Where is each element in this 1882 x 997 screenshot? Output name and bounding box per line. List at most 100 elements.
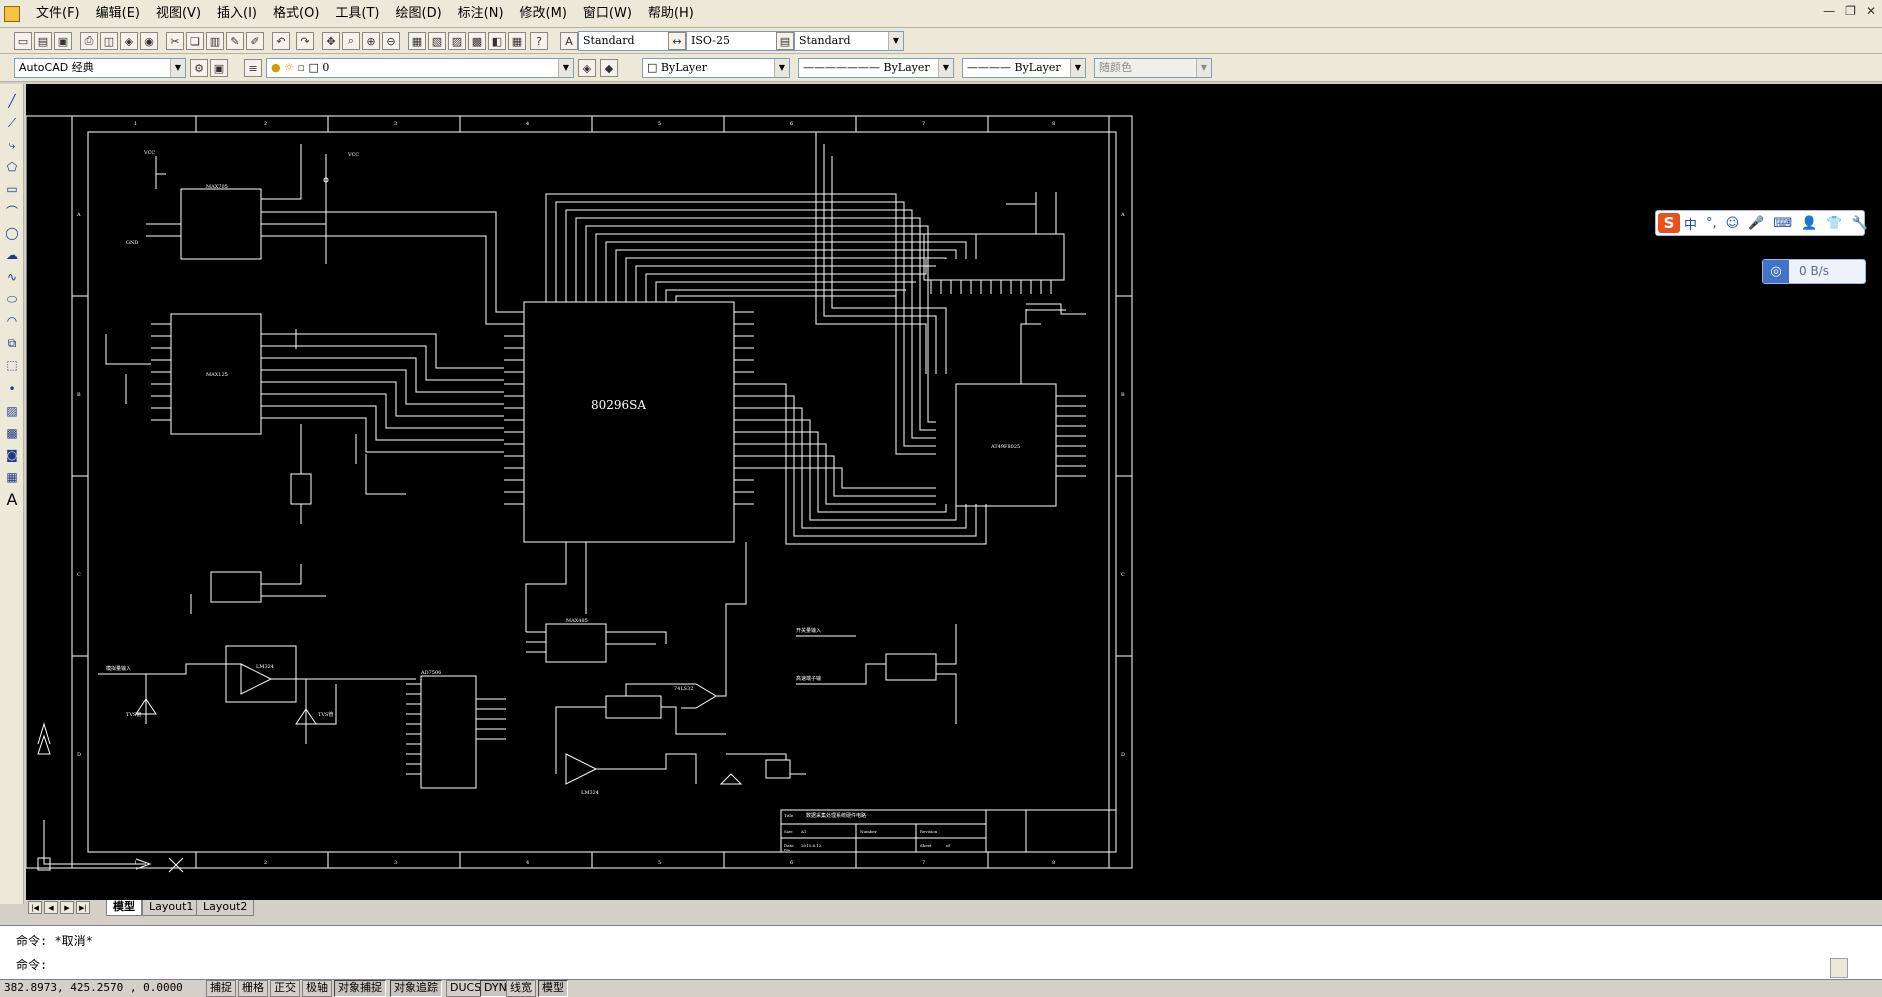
menu-dimension[interactable]: 标注(N) — [450, 0, 512, 28]
drawing-canvas[interactable]: 1 2 3 4 5 6 7 8 1 2 3 4 5 6 7 8 A B C D … — [26, 84, 1882, 900]
ime-punctuation-icon[interactable]: °, — [1706, 216, 1717, 231]
make-layer-current-icon[interactable]: ◈ — [578, 59, 596, 77]
linetype-select[interactable]: ——————— ByLayer ▼ — [798, 58, 954, 78]
print-icon[interactable]: ⎙ — [80, 32, 98, 50]
minimize-icon[interactable]: — — [1823, 4, 1835, 18]
layer-previous-icon[interactable]: ◆ — [600, 59, 618, 77]
menu-view[interactable]: 视图(V) — [148, 0, 209, 28]
new-file-icon[interactable]: ▭ — [14, 32, 32, 50]
last-tab-icon[interactable]: ▶| — [76, 901, 90, 914]
copy-icon[interactable]: ❏ — [186, 32, 204, 50]
first-tab-icon[interactable]: |◀ — [28, 901, 42, 914]
arc-icon[interactable]: ⌒ — [3, 202, 21, 220]
table-icon[interactable]: ▦ — [3, 468, 21, 486]
restore-icon[interactable]: ❐ — [1845, 4, 1856, 18]
ime-user-icon[interactable]: 👤 — [1801, 216, 1817, 231]
calculator-icon[interactable]: ▦ — [508, 32, 526, 50]
close-icon[interactable]: ✕ — [1866, 4, 1876, 18]
ime-tools-icon[interactable]: 🔧 — [1852, 216, 1868, 231]
design-center-icon[interactable]: ▧ — [428, 32, 446, 50]
osnap-button[interactable]: 对象捕捉 — [334, 980, 386, 997]
point-icon[interactable]: • — [3, 380, 21, 398]
save-workspace-icon[interactable]: ▣ — [210, 59, 228, 77]
tab-layout1[interactable]: Layout1 — [142, 900, 201, 916]
ime-emoji-icon[interactable]: ☺ — [1726, 216, 1740, 231]
command-scrollbar[interactable] — [1830, 958, 1848, 978]
layer-select[interactable]: ● ☼ ▫ □ 0 ▼ — [266, 58, 574, 78]
zoom-previous-icon[interactable]: ⊖ — [382, 32, 400, 50]
make-block-icon[interactable]: ⬚ — [3, 356, 21, 374]
publish-icon[interactable]: ◈ — [120, 32, 138, 50]
pan-icon[interactable]: ✥ — [322, 32, 340, 50]
circle-icon[interactable]: ◯ — [3, 224, 21, 242]
workspace-settings-icon[interactable]: ⚙ — [190, 59, 208, 77]
ellipse-arc-icon[interactable]: ◠ — [3, 312, 21, 330]
network-speed-widget[interactable]: ◎ 0 B/s — [1762, 259, 1866, 284]
cut-icon[interactable]: ✂ — [166, 32, 184, 50]
ime-chinese-mode[interactable]: 中 — [1684, 214, 1697, 233]
tool-palettes-icon[interactable]: ▨ — [448, 32, 466, 50]
open-file-icon[interactable]: ▤ — [34, 32, 52, 50]
menu-edit[interactable]: 编辑(E) — [88, 0, 148, 28]
menu-insert[interactable]: 插入(I) — [209, 0, 265, 28]
workspace-select[interactable]: AutoCAD 经典 ▼ — [14, 58, 186, 78]
insert-block-icon[interactable]: ⧉ — [3, 334, 21, 352]
redo-icon[interactable]: ↷ — [296, 32, 314, 50]
grid-button[interactable]: 栅格 — [238, 980, 268, 997]
otrack-button[interactable]: 对象追踪 — [390, 980, 442, 997]
revision-cloud-icon[interactable]: ☁ — [3, 246, 21, 264]
ime-skin-icon[interactable]: 👕 — [1826, 216, 1842, 231]
ime-keyboard-icon[interactable]: ⌨ — [1773, 216, 1792, 231]
ortho-button[interactable]: 正交 — [270, 980, 300, 997]
text-style-icon[interactable]: A — [560, 32, 578, 50]
match-properties-icon[interactable]: ✎ — [226, 32, 244, 50]
menu-tools[interactable]: 工具(T) — [327, 0, 387, 28]
menu-draw[interactable]: 绘图(D) — [388, 0, 450, 28]
rectangle-icon[interactable]: ▭ — [3, 180, 21, 198]
paste-icon[interactable]: ▥ — [206, 32, 224, 50]
block-editor-icon[interactable]: ✐ — [246, 32, 264, 50]
tab-model[interactable]: 模型 — [106, 900, 142, 916]
snap-button[interactable]: 捕捉 — [206, 980, 236, 997]
help-icon[interactable]: ? — [530, 32, 548, 50]
sheet-set-icon[interactable]: ▩ — [468, 32, 486, 50]
ime-voice-icon[interactable]: 🎤 — [1748, 216, 1764, 231]
plot-style-select[interactable]: 随颜色 ▼ — [1094, 58, 1212, 78]
zoom-realtime-icon[interactable]: ⌕ — [342, 32, 360, 50]
command-prompt[interactable]: 命令: — [16, 956, 47, 974]
polygon-icon[interactable]: ⬠ — [3, 158, 21, 176]
app-icon[interactable] — [4, 6, 20, 22]
menu-format[interactable]: 格式(O) — [265, 0, 327, 28]
hatch-icon[interactable]: ▨ — [3, 402, 21, 420]
undo-icon[interactable]: ↶ — [272, 32, 290, 50]
menu-help[interactable]: 帮助(H) — [640, 0, 702, 28]
polyline-icon[interactable]: ⤷ — [3, 136, 21, 154]
plot-icon[interactable]: ◉ — [140, 32, 158, 50]
ellipse-icon[interactable]: ⬭ — [3, 290, 21, 308]
table-style-icon[interactable]: ▤ — [776, 32, 794, 50]
menu-modify[interactable]: 修改(M) — [512, 0, 575, 28]
sogou-logo[interactable]: S — [1658, 213, 1680, 233]
lineweight-button[interactable]: 线宽 — [506, 980, 536, 997]
menu-file[interactable]: 文件(F) — [28, 0, 88, 28]
save-icon[interactable]: ▣ — [54, 32, 72, 50]
layer-manager-icon[interactable]: ≡ — [244, 59, 262, 77]
menu-window[interactable]: 窗口(W) — [575, 0, 640, 28]
region-icon[interactable]: ◙ — [3, 446, 21, 464]
lineweight-select[interactable]: ———— ByLayer ▼ — [962, 58, 1086, 78]
gradient-icon[interactable]: ▩ — [3, 424, 21, 442]
line-icon[interactable]: ╱ — [3, 92, 21, 110]
table-style-select[interactable]: Standard ▼ — [794, 31, 904, 51]
next-tab-icon[interactable]: ▶ — [60, 901, 74, 914]
properties-icon[interactable]: ▦ — [408, 32, 426, 50]
tab-layout2[interactable]: Layout2 — [196, 900, 255, 916]
multiline-text-icon[interactable]: A — [3, 490, 21, 509]
spline-icon[interactable]: ∿ — [3, 268, 21, 286]
markup-icon[interactable]: ◧ — [488, 32, 506, 50]
dim-style-icon[interactable]: ↔ — [668, 32, 686, 50]
construction-line-icon[interactable]: ⟋ — [3, 114, 21, 132]
model-button[interactable]: 模型 — [538, 980, 568, 997]
polar-button[interactable]: 极轴 — [302, 980, 332, 997]
color-select[interactable]: □ ByLayer ▼ — [642, 58, 790, 78]
prev-tab-icon[interactable]: ◀ — [44, 901, 58, 914]
